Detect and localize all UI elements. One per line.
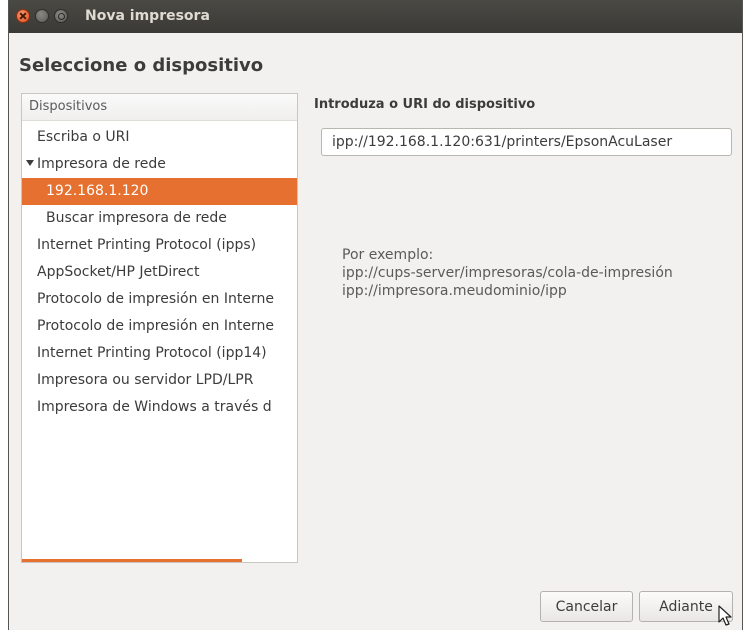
expander-triangle-icon[interactable]: [26, 160, 34, 166]
devices-list: Escriba o URI Impresora de rede 192.168.…: [22, 121, 297, 421]
device-group-network-printer[interactable]: Impresora de rede: [22, 151, 297, 178]
mouse-pointer-icon: [718, 605, 732, 626]
page-heading: Seleccione o dispositivo: [19, 55, 264, 76]
devices-column-header[interactable]: Dispositivos: [22, 94, 297, 121]
device-group-label: Impresora de rede: [37, 156, 166, 172]
window-title: Nova impresora: [85, 8, 210, 24]
device-item-find-network-printer[interactable]: Buscar impresora de rede: [22, 205, 297, 232]
device-item-ipps[interactable]: Internet Printing Protocol (ipps): [22, 232, 297, 259]
device-item-internet-printing-2[interactable]: Protocolo de impresión en Interne: [22, 313, 297, 340]
device-item-lpd-lpr[interactable]: Impresora ou servidor LPD/LPR: [22, 367, 297, 394]
uri-example-text: Por exemplo: ipp://cups-server/impresora…: [342, 246, 673, 300]
maximize-window-icon[interactable]: [54, 9, 68, 23]
device-item-enter-uri[interactable]: Escriba o URI: [22, 124, 297, 151]
devices-panel: Dispositivos Escriba o URI Impresora de …: [21, 93, 298, 563]
horizontal-scrollbar[interactable]: [22, 559, 242, 562]
minimize-window-icon[interactable]: [35, 9, 49, 23]
example-title: Por exemplo:: [342, 247, 434, 263]
device-item-internet-printing-1[interactable]: Protocolo de impresión en Interne: [22, 286, 297, 313]
close-window-icon[interactable]: [16, 9, 30, 23]
title-bar[interactable]: Nova impresora: [9, 0, 742, 33]
example-line: ipp://impresora.meudominio/ipp: [342, 283, 567, 299]
device-uri-input[interactable]: [321, 128, 732, 156]
printer-dialog-window: Nova impresora Seleccione o dispositivo …: [8, 0, 743, 630]
cancel-button[interactable]: Cancelar: [540, 591, 633, 622]
device-item-appsocket[interactable]: AppSocket/HP JetDirect: [22, 259, 297, 286]
device-item-windows-printer[interactable]: Impresora de Windows a través d: [22, 394, 297, 421]
device-item-ipp14[interactable]: Internet Printing Protocol (ipp14): [22, 340, 297, 367]
device-item-network-printer-ip[interactable]: 192.168.1.120: [22, 178, 297, 205]
example-line: ipp://cups-server/impresoras/cola-de-imp…: [342, 265, 673, 281]
uri-field-label: Introduza o URI do dispositivo: [314, 97, 536, 112]
